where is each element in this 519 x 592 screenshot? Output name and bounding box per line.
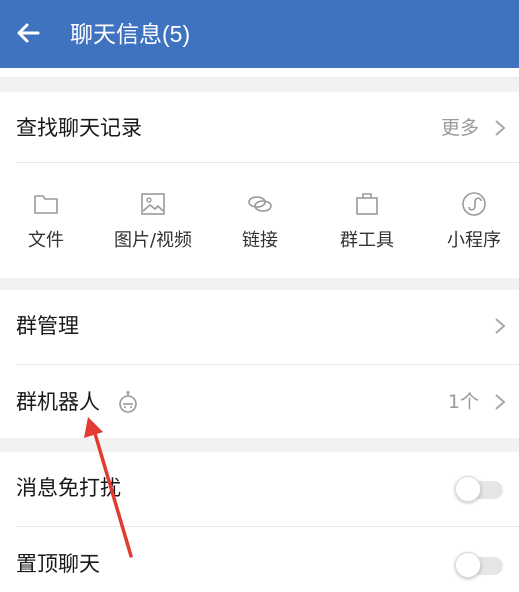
pin-chat-toggle[interactable] <box>455 552 503 578</box>
chevron-right-icon <box>495 120 506 136</box>
tool-links[interactable]: 链接 <box>210 162 310 276</box>
chevron-right-icon <box>495 394 506 410</box>
find-chat-history-row[interactable]: 查找聊天记录 更多 <box>0 92 519 164</box>
tool-images-videos[interactable]: 图片/视频 <box>103 162 203 276</box>
tool-label: 小程序 <box>447 230 501 251</box>
folder-icon <box>34 195 58 214</box>
do-not-disturb-toggle[interactable] <box>455 476 503 502</box>
tool-label: 群工具 <box>340 230 394 251</box>
group-management-label: 群管理 <box>16 314 79 338</box>
section-gap <box>0 438 519 452</box>
tool-label: 文件 <box>28 230 64 251</box>
more-label: 更多 <box>440 117 479 139</box>
group-robot-row[interactable]: 群机器人 1个 <box>0 366 519 438</box>
toggle-knob <box>455 476 481 502</box>
find-chat-history-label: 查找聊天记录 <box>16 116 142 140</box>
section-gap <box>0 278 519 290</box>
group-robot-label: 群机器人 <box>16 390 100 414</box>
chevron-right-icon <box>495 318 506 334</box>
group-card: 群管理 群机器人 1个 <box>0 290 519 438</box>
toggle-knob <box>455 552 481 578</box>
tool-file[interactable]: 文件 <box>0 162 96 276</box>
top-strip <box>0 68 519 78</box>
group-management-row[interactable]: 群管理 <box>0 290 519 362</box>
divider <box>16 526 519 527</box>
tool-label: 图片/视频 <box>113 230 193 251</box>
app-header: 聊天信息(5) <box>0 0 519 68</box>
pin-chat-label: 置顶聊天 <box>16 552 100 576</box>
tool-group-tools[interactable]: 群工具 <box>317 162 417 276</box>
tool-mini-programs[interactable]: 小程序 <box>424 162 519 276</box>
page-title: 聊天信息(5) <box>70 21 191 47</box>
settings-card: 消息免打扰 置顶聊天 <box>0 452 519 592</box>
robot-icon <box>119 391 137 413</box>
pin-chat-row: 置顶聊天 <box>0 528 519 592</box>
do-not-disturb-label: 消息免打扰 <box>16 476 121 500</box>
image-icon <box>141 193 165 215</box>
tool-label: 链接 <box>242 230 278 251</box>
media-tools: 文件 图片/视频 链接 群工具 小程序 <box>0 162 519 276</box>
divider <box>16 364 519 365</box>
briefcase-icon <box>356 193 378 215</box>
history-card: 查找聊天记录 更多 文件 图片/视频 链接 群工具 小程序 <box>0 92 519 278</box>
arrow-left-icon[interactable] <box>12 17 44 49</box>
mini-program-icon <box>462 192 486 216</box>
do-not-disturb-row: 消息免打扰 <box>0 452 519 524</box>
robot-count: 1个 <box>447 391 479 413</box>
link-icon <box>248 196 272 212</box>
